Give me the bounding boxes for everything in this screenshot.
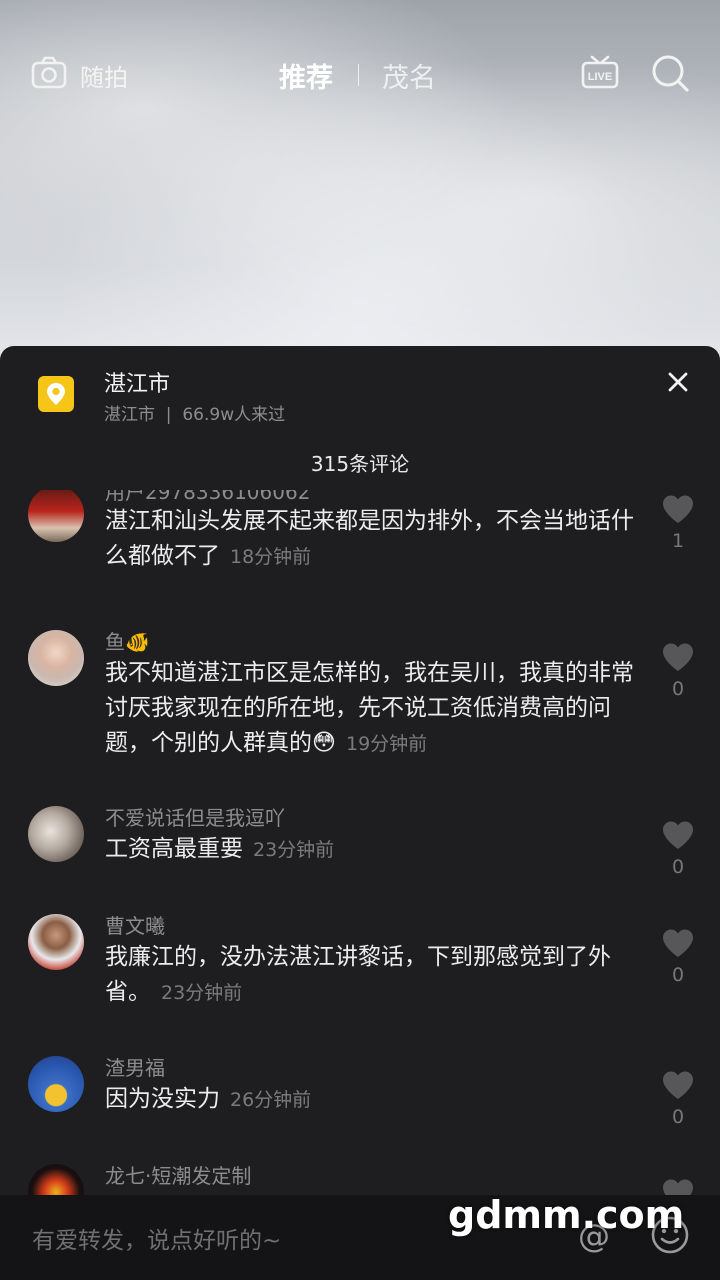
tab-recommend[interactable]: 推荐 xyxy=(279,56,333,95)
avatar[interactable] xyxy=(28,1056,84,1112)
svg-text:LIVE: LIVE xyxy=(588,71,612,83)
heart-icon[interactable] xyxy=(661,494,695,524)
location-subtitle: 湛江市 | 66.9w人来过 xyxy=(104,405,286,425)
live-icon[interactable]: LIVE xyxy=(580,53,620,93)
close-icon[interactable] xyxy=(664,368,692,396)
avatar[interactable] xyxy=(28,1164,84,1196)
comment-username[interactable]: 曹文曦 xyxy=(105,910,165,939)
like-count: 0 xyxy=(671,856,685,878)
heart-icon[interactable] xyxy=(661,820,695,850)
watermark: gdmm.com xyxy=(448,1193,685,1237)
avatar[interactable] xyxy=(28,914,84,970)
camera-icon[interactable] xyxy=(30,54,68,92)
comment-time: 18分钟前 xyxy=(230,546,312,568)
comment-body: 湛江和汕头发展不起来都是因为排外，不会当地话什么都做不了 xyxy=(105,508,634,569)
comment-username[interactable]: 渣男福 xyxy=(105,1052,165,1081)
comment-text: 工资高最重要 23分钟前 xyxy=(105,832,635,868)
tab-city[interactable]: 茂名 xyxy=(382,56,436,95)
avatar[interactable] xyxy=(28,630,84,686)
top-navigation: 随拍 推荐 茂名 LIVE xyxy=(0,40,720,106)
camera-label[interactable]: 随拍 xyxy=(80,58,128,93)
comment-count: 315条评论 xyxy=(310,452,410,476)
comment-time: 19分钟前 xyxy=(345,733,428,755)
location-title[interactable]: 湛江市 xyxy=(104,366,170,398)
heart-icon[interactable] xyxy=(661,1070,695,1100)
comment-text: 湛江和汕头发展不起来都是因为排外，不会当地话什么都做不了 18分钟前 xyxy=(105,504,635,575)
search-icon[interactable] xyxy=(650,53,690,93)
avatar[interactable] xyxy=(28,806,84,862)
comment-input[interactable]: 有爱转发，说点好听的~ xyxy=(32,1221,281,1255)
comment-text: 我廉江的，没办法湛江讲黎话，下到那感觉到了外省。 23分钟前 xyxy=(105,940,635,1011)
comment-username[interactable]: 不爱说话但是我逗吖 xyxy=(105,802,285,831)
heart-icon[interactable] xyxy=(661,928,695,958)
tab-divider xyxy=(358,64,359,86)
comment-list[interactable]: 用户2978336106062 湛江和汕头发展不起来都是因为排外，不会当地话什么… xyxy=(0,490,720,1196)
like-count: 1 xyxy=(671,530,685,552)
comment-username[interactable]: 用户2978336106062 xyxy=(105,490,310,505)
like-count: 0 xyxy=(671,1106,685,1128)
comment-username[interactable]: 鱼🐠 xyxy=(105,626,150,655)
avatar[interactable] xyxy=(28,490,84,542)
heart-icon[interactable] xyxy=(661,642,695,672)
location-icon[interactable] xyxy=(38,376,74,412)
comment-time: 23分钟前 xyxy=(161,982,243,1004)
comment-body: 工资高最重要 xyxy=(105,836,243,862)
comment-time: 26分钟前 xyxy=(230,1089,312,1111)
comment-text: 因为没实力 26分钟前 xyxy=(105,1082,635,1118)
like-count: 0 xyxy=(671,964,685,986)
comment-text: 我不知道湛江市区是怎样的，我在吴川，我真的非常讨厌我家现在的所在地，先不说工资低… xyxy=(105,656,635,762)
comment-username[interactable]: 龙七·短潮发定制 xyxy=(105,1160,251,1189)
comment-body: 因为没实力 xyxy=(105,1086,220,1112)
like-count: 0 xyxy=(671,678,685,700)
comment-sheet: 湛江市 湛江市 | 66.9w人来过 315条评论 用户297833610606… xyxy=(0,346,720,1280)
comment-time: 23分钟前 xyxy=(253,839,335,861)
